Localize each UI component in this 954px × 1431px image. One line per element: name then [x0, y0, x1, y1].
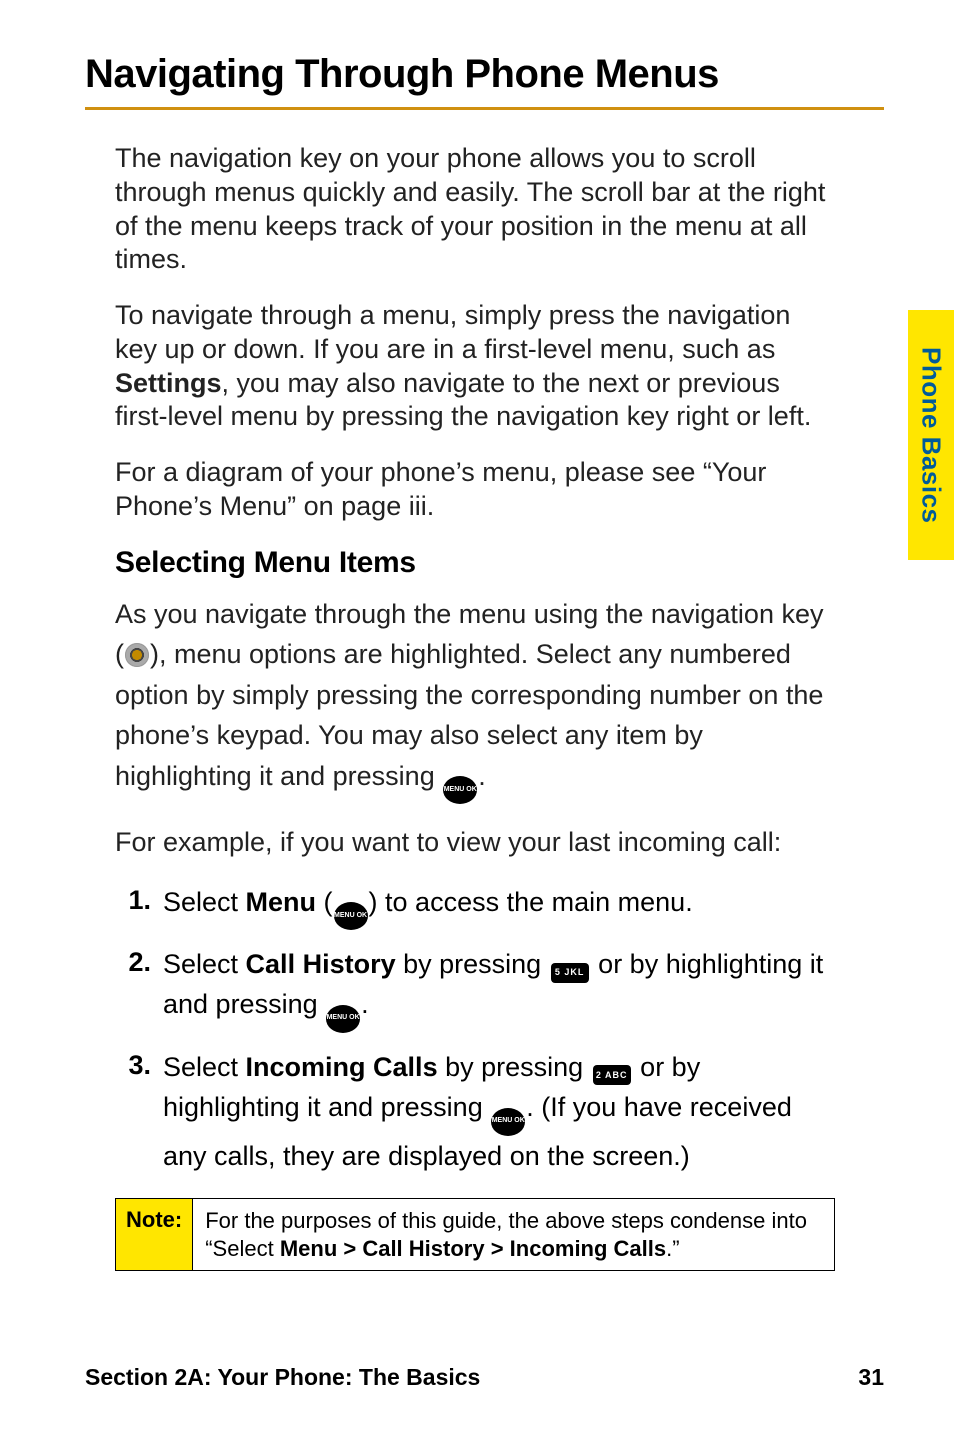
keypad-5-icon: 5 JKL: [551, 963, 589, 983]
step-body: Select Incoming Calls by pressing 2 ABC …: [163, 1047, 835, 1176]
side-tab-label: Phone Basics: [916, 347, 947, 524]
menu-ok-key-icon: MENU OK: [443, 776, 477, 804]
step-number: 2.: [115, 944, 163, 1033]
keypad-2-icon: 2 ABC: [593, 1065, 631, 1085]
manual-page: Navigating Through Phone Menus The navig…: [0, 0, 954, 1431]
paragraph-example-lead: For example, if you want to view your la…: [115, 826, 835, 860]
note-label: Note:: [116, 1199, 193, 1270]
text-fragment: .: [361, 989, 369, 1019]
heading-selecting-menu-items: Selecting Menu Items: [115, 546, 884, 580]
paragraph-intro-3: For a diagram of your phone’s menu, plea…: [115, 456, 835, 524]
text-fragment: by pressing: [396, 949, 549, 979]
page-footer: Section 2A: Your Phone: The Basics 31: [85, 1364, 884, 1391]
note-box: Note: For the purposes of this guide, th…: [115, 1198, 835, 1271]
bold-path: Menu > Call History > Incoming Calls: [280, 1236, 666, 1261]
bold-call-history: Call History: [246, 949, 396, 979]
step-body: Select Menu (MENU OK) to access the main…: [163, 882, 835, 930]
text-fragment: .”: [666, 1236, 679, 1261]
paragraph-selecting: As you navigate through the menu using t…: [115, 594, 835, 804]
title-rule: [85, 107, 884, 110]
step-number: 1.: [115, 882, 163, 930]
note-body: For the purposes of this guide, the abov…: [193, 1199, 834, 1270]
menu-ok-key-icon: MENU OK: [326, 1005, 360, 1033]
steps-list: 1. Select Menu (MENU OK) to access the m…: [115, 882, 835, 1176]
step-number: 3.: [115, 1047, 163, 1176]
step-3: 3. Select Incoming Calls by pressing 2 A…: [115, 1047, 835, 1176]
bold-settings: Settings: [115, 368, 222, 398]
navigation-key-icon: [125, 643, 149, 667]
text-fragment: To navigate through a menu, simply press…: [115, 300, 790, 364]
text-fragment: ) to access the main menu.: [369, 887, 693, 917]
menu-ok-key-icon: MENU OK: [491, 1108, 525, 1136]
paragraph-intro-1: The navigation key on your phone allows …: [115, 142, 835, 277]
bold-incoming-calls: Incoming Calls: [246, 1052, 438, 1082]
text-fragment: Select: [163, 1052, 246, 1082]
text-fragment: ), menu options are highlighted. Select …: [115, 639, 823, 791]
page-title: Navigating Through Phone Menus: [85, 52, 884, 97]
bold-menu: Menu: [246, 887, 317, 917]
step-2: 2. Select Call History by pressing 5 JKL…: [115, 944, 835, 1033]
text-fragment: Select: [163, 949, 246, 979]
step-body: Select Call History by pressing 5 JKL or…: [163, 944, 835, 1033]
footer-section-title: Section 2A: Your Phone: The Basics: [85, 1364, 480, 1391]
section-side-tab: Phone Basics: [908, 310, 954, 560]
menu-ok-key-icon: MENU OK: [334, 902, 368, 930]
text-fragment: by pressing: [438, 1052, 591, 1082]
text-fragment: (: [316, 887, 333, 917]
step-1: 1. Select Menu (MENU OK) to access the m…: [115, 882, 835, 930]
footer-page-number: 31: [858, 1364, 884, 1391]
paragraph-intro-2: To navigate through a menu, simply press…: [115, 299, 835, 434]
text-fragment: .: [478, 761, 486, 791]
text-fragment: Select: [163, 887, 246, 917]
